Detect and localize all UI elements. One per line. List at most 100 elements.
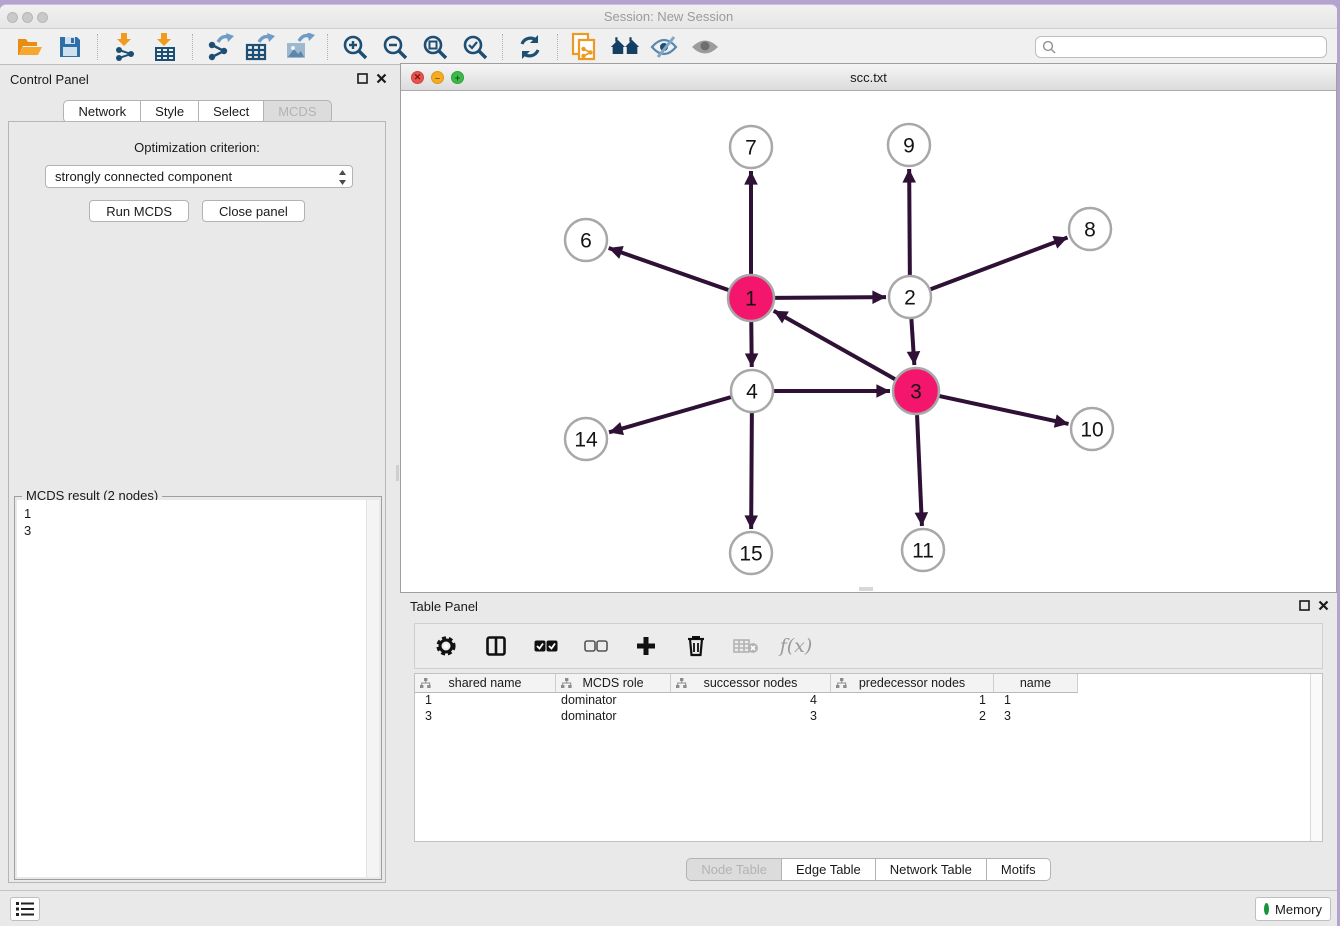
table-row[interactable]: 1dominator411 bbox=[415, 693, 1322, 709]
app-window: Session: New Session bbox=[0, 4, 1337, 926]
table-toolbar: f(x) bbox=[414, 623, 1323, 669]
table-body: 1dominator4113dominator323 bbox=[415, 693, 1322, 725]
zoom-selected-icon[interactable] bbox=[460, 33, 490, 61]
zoom-fit-icon[interactable] bbox=[420, 33, 450, 61]
dropdown-chevrons-icon bbox=[338, 169, 347, 186]
save-session-icon[interactable] bbox=[55, 33, 85, 61]
graph-edge-3-11[interactable] bbox=[917, 415, 922, 526]
graph-edge-2-3[interactable] bbox=[911, 319, 914, 365]
tab-mcds[interactable]: MCDS bbox=[264, 100, 331, 123]
hide-graphics-details-icon[interactable] bbox=[650, 33, 680, 61]
deselect-all-icon[interactable] bbox=[583, 633, 609, 659]
redraw-graph-icon[interactable] bbox=[515, 33, 545, 61]
table-cell[interactable]: 3 bbox=[994, 709, 1078, 725]
column-header-predecessor-nodes[interactable]: predecessor nodes bbox=[831, 674, 994, 693]
graph-edge-2-8[interactable] bbox=[931, 237, 1068, 289]
run-mcds-button[interactable]: Run MCDS bbox=[89, 200, 189, 222]
homes-icon[interactable] bbox=[610, 33, 640, 61]
export-image-icon[interactable] bbox=[285, 33, 315, 61]
tab-network[interactable]: Network bbox=[63, 100, 141, 123]
table-cell[interactable]: 2 bbox=[831, 709, 994, 725]
delete-column-icon[interactable] bbox=[683, 633, 709, 659]
result-scrollbar[interactable] bbox=[366, 500, 379, 877]
table-cell[interactable]: 3 bbox=[671, 709, 831, 725]
function-builder-icon[interactable]: f(x) bbox=[783, 633, 809, 659]
column-header-label: name bbox=[1020, 676, 1051, 690]
main-toolbar bbox=[0, 29, 1337, 65]
graph-edge-1-6[interactable] bbox=[609, 248, 729, 290]
tab-motifs[interactable]: Motifs bbox=[987, 858, 1051, 881]
column-header-MCDS-role[interactable]: MCDS role bbox=[556, 674, 671, 693]
float-panel-icon[interactable] bbox=[1299, 600, 1310, 611]
zoom-out-icon[interactable] bbox=[380, 33, 410, 61]
criterion-value: strongly connected component bbox=[55, 169, 232, 184]
graph-node-label: 9 bbox=[903, 135, 915, 158]
graph-edge-4-15[interactable] bbox=[751, 413, 752, 529]
mcds-result-line: 1 bbox=[24, 505, 379, 522]
graph-node-label: 2 bbox=[904, 287, 916, 310]
import-network-icon[interactable] bbox=[110, 33, 140, 61]
canvas-resize-grip[interactable] bbox=[859, 587, 873, 591]
network-canvas[interactable]: 1234678910111415 bbox=[401, 91, 1336, 592]
toolbar-separator bbox=[557, 34, 558, 60]
graph-edge-3-1[interactable] bbox=[774, 311, 895, 379]
close-panel-icon[interactable] bbox=[1318, 600, 1329, 611]
delete-table-icon[interactable] bbox=[733, 633, 759, 659]
memory-button[interactable]: Memory bbox=[1255, 897, 1331, 921]
table-cell[interactable]: 1 bbox=[994, 693, 1078, 709]
table-cell[interactable]: 1 bbox=[831, 693, 994, 709]
tab-select[interactable]: Select bbox=[199, 100, 264, 123]
table-cell[interactable]: 3 bbox=[415, 709, 556, 725]
search-input[interactable] bbox=[1056, 38, 1326, 56]
graph-edge-3-10[interactable] bbox=[939, 396, 1068, 424]
show-graphics-details-icon[interactable] bbox=[690, 33, 720, 61]
graph-node-label: 14 bbox=[574, 429, 598, 452]
columns-icon[interactable] bbox=[483, 633, 509, 659]
toolbar-separator bbox=[327, 34, 328, 60]
search-box[interactable] bbox=[1035, 36, 1327, 58]
table-tabs: Node Table Edge Table Network Table Moti… bbox=[400, 858, 1337, 881]
add-column-icon[interactable] bbox=[633, 633, 659, 659]
export-network-icon[interactable] bbox=[205, 33, 235, 61]
open-session-icon[interactable] bbox=[15, 33, 45, 61]
tab-network-table[interactable]: Network Table bbox=[876, 858, 987, 881]
tab-edge-table[interactable]: Edge Table bbox=[782, 858, 876, 881]
clone-network-icon[interactable] bbox=[570, 33, 600, 61]
close-panel-button[interactable]: Close panel bbox=[202, 200, 305, 222]
tab-style[interactable]: Style bbox=[141, 100, 199, 123]
settings-gear-icon[interactable] bbox=[433, 633, 459, 659]
table-row[interactable]: 3dominator323 bbox=[415, 709, 1322, 725]
split-divider-handle[interactable] bbox=[396, 465, 399, 481]
table-cell[interactable]: dominator bbox=[556, 693, 671, 709]
import-table-icon[interactable] bbox=[150, 33, 180, 61]
criterion-dropdown[interactable]: strongly connected component bbox=[45, 165, 353, 188]
column-header-shared-name[interactable]: shared name bbox=[415, 674, 556, 693]
search-icon bbox=[1042, 40, 1056, 54]
task-history-button[interactable] bbox=[10, 897, 40, 921]
export-table-icon[interactable] bbox=[245, 33, 275, 61]
network-graph-svg[interactable]: 1234678910111415 bbox=[401, 91, 1336, 592]
mcds-result-textarea[interactable]: 1 3 bbox=[17, 500, 379, 877]
graph-edge-1-2[interactable] bbox=[775, 297, 886, 298]
zoom-in-icon[interactable] bbox=[340, 33, 370, 61]
control-panel-title: Control Panel bbox=[10, 72, 89, 87]
column-header-label: successor nodes bbox=[704, 676, 798, 690]
column-header-label: shared name bbox=[449, 676, 522, 690]
table-panel-title: Table Panel bbox=[410, 599, 478, 614]
graph-edge-4-14[interactable] bbox=[609, 397, 731, 432]
network-window-titlebar[interactable]: ✕ – + scc.txt bbox=[401, 64, 1336, 91]
select-all-icon[interactable] bbox=[533, 633, 559, 659]
float-panel-icon[interactable] bbox=[357, 73, 368, 84]
table-cell[interactable]: 1 bbox=[415, 693, 556, 709]
tab-node-table[interactable]: Node Table bbox=[686, 858, 782, 881]
graph-edges bbox=[609, 169, 1069, 529]
graph-edge-2-9[interactable] bbox=[909, 169, 910, 275]
mcds-panel: Optimization criterion: strongly connect… bbox=[8, 121, 386, 883]
close-panel-icon[interactable] bbox=[376, 73, 387, 84]
column-header-name[interactable]: name bbox=[994, 674, 1078, 693]
column-header-successor-nodes[interactable]: successor nodes bbox=[671, 674, 831, 693]
node-table[interactable]: shared name MCDS role successor nodes prede… bbox=[414, 673, 1323, 842]
table-cell[interactable]: dominator bbox=[556, 709, 671, 725]
table-scrollbar[interactable] bbox=[1310, 674, 1322, 841]
table-cell[interactable]: 4 bbox=[671, 693, 831, 709]
